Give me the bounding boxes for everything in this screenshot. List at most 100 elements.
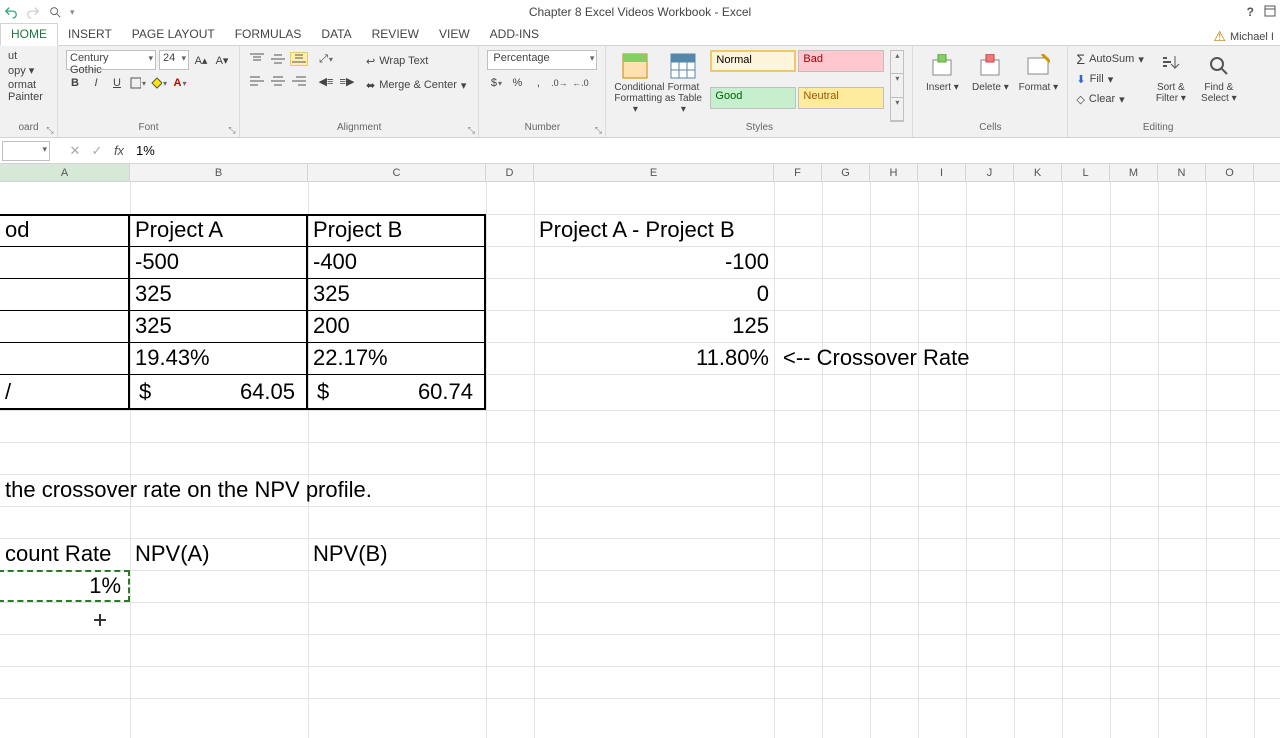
name-box[interactable] <box>2 141 50 161</box>
fx-icon[interactable]: fx <box>108 143 130 158</box>
col-O[interactable]: O <box>1206 164 1254 181</box>
col-K[interactable]: K <box>1014 164 1062 181</box>
col-D[interactable]: D <box>486 164 534 181</box>
cell[interactable]: <-- Crossover Rate <box>778 342 1078 374</box>
sort-filter-button[interactable]: Sort & Filter ▾ <box>1150 50 1192 122</box>
style-good[interactable]: Good <box>710 87 796 109</box>
insert-cells-button[interactable]: Insert ▾ <box>921 50 963 122</box>
tab-insert[interactable]: INSERT <box>58 24 122 45</box>
col-E[interactable]: E <box>534 164 774 181</box>
col-G[interactable]: G <box>822 164 870 181</box>
col-M[interactable]: M <box>1110 164 1158 181</box>
format-cells-button[interactable]: Format ▾ <box>1017 50 1059 122</box>
cell[interactable]: -400 <box>308 246 486 278</box>
cell[interactable]: the crossover rate on the NPV profile. <box>0 474 600 506</box>
cell[interactable]: 11.80% <box>534 342 774 374</box>
tab-addins[interactable]: ADD-INS <box>480 24 549 45</box>
increase-indent-icon[interactable]: ≡▶ <box>338 72 356 90</box>
enter-icon[interactable]: ✓ <box>86 143 108 159</box>
tab-review[interactable]: REVIEW <box>362 24 429 45</box>
decrease-decimal-icon[interactable]: ←.0 <box>571 74 589 92</box>
find-select-button[interactable]: Find & Select ▾ <box>1198 50 1240 122</box>
col-L[interactable]: L <box>1062 164 1110 181</box>
cell[interactable]: / <box>0 374 130 410</box>
cell[interactable]: -500 <box>130 246 308 278</box>
font-name-select[interactable]: Century Gothic <box>66 50 156 70</box>
increase-decimal-icon[interactable]: .0→ <box>550 74 568 92</box>
fill-color-button[interactable] <box>150 74 168 92</box>
cell[interactable]: od <box>0 214 130 246</box>
tab-data[interactable]: DATA <box>311 24 361 45</box>
cell[interactable]: Project B <box>308 214 486 246</box>
format-painter-button[interactable]: ormat Painter <box>8 79 49 103</box>
wrap-text-button[interactable]: ↩Wrap Text <box>362 50 470 72</box>
font-color-button[interactable]: A <box>171 74 189 92</box>
align-right-icon[interactable] <box>290 74 308 88</box>
preview-icon[interactable] <box>48 5 62 19</box>
spreadsheet-grid[interactable]: od Project A Project B -500 -400 325 325… <box>0 182 1280 738</box>
cancel-icon[interactable]: ✕ <box>64 143 86 159</box>
italic-button[interactable]: I <box>87 74 105 92</box>
cell[interactable]: 325 <box>308 278 486 310</box>
qat-more-icon[interactable]: ▾ <box>70 7 75 18</box>
style-gallery-scroll[interactable]: ▴▾▾ <box>890 50 904 122</box>
col-N[interactable]: N <box>1158 164 1206 181</box>
align-left-icon[interactable] <box>248 74 266 88</box>
cell[interactable]: 200 <box>308 310 486 342</box>
formula-input[interactable]: 1% <box>130 143 1280 158</box>
alignment-launcher-icon[interactable]: ⤡ <box>466 125 476 135</box>
accounting-format-icon[interactable]: $ <box>487 74 505 92</box>
undo-icon[interactable] <box>4 5 18 19</box>
align-bottom-icon[interactable] <box>290 52 308 66</box>
cell[interactable]: -100 <box>534 246 774 278</box>
percent-format-icon[interactable]: % <box>508 74 526 92</box>
cell[interactable]: Project A <box>130 214 308 246</box>
tab-view[interactable]: VIEW <box>429 24 480 45</box>
orientation-icon[interactable]: ⤢ <box>317 50 335 68</box>
bold-button[interactable]: B <box>66 74 84 92</box>
format-as-table-button[interactable]: Format as Table ▾ <box>662 50 704 122</box>
tab-home[interactable]: HOME <box>0 23 58 46</box>
cell[interactable]: count Rate <box>0 538 130 570</box>
increase-font-icon[interactable]: A▴ <box>192 51 210 69</box>
style-normal[interactable]: Normal <box>710 50 796 72</box>
ribbon-options-icon[interactable] <box>1264 5 1276 20</box>
decrease-indent-icon[interactable]: ◀≡ <box>317 72 335 90</box>
number-launcher-icon[interactable]: ⤡ <box>593 125 603 135</box>
col-H[interactable]: H <box>870 164 918 181</box>
cell[interactable]: 0 <box>534 278 774 310</box>
col-B[interactable]: B <box>130 164 308 181</box>
font-size-select[interactable]: 24 <box>159 50 189 70</box>
col-J[interactable]: J <box>966 164 1014 181</box>
col-I[interactable]: I <box>918 164 966 181</box>
redo-icon[interactable] <box>26 5 40 19</box>
cell[interactable]: Project A - Project B <box>534 214 834 246</box>
cell[interactable]: NPV(A) <box>130 538 308 570</box>
autosum-button[interactable]: ΣAutoSum ▾ <box>1076 50 1143 68</box>
underline-button[interactable]: U <box>108 74 126 92</box>
comma-format-icon[interactable]: , <box>529 74 547 92</box>
copy-button[interactable]: opy ▾ <box>8 64 49 77</box>
cell[interactable]: 325 <box>130 278 308 310</box>
clear-button[interactable]: ◇Clear ▾ <box>1076 90 1143 108</box>
cell[interactable]: 125 <box>534 310 774 342</box>
conditional-formatting-button[interactable]: Conditional Formatting ▾ <box>614 50 656 122</box>
align-center-icon[interactable] <box>269 74 287 88</box>
delete-cells-button[interactable]: Delete ▾ <box>969 50 1011 122</box>
cell[interactable]: 64.05 <box>130 374 300 410</box>
col-F[interactable]: F <box>774 164 822 181</box>
align-middle-icon[interactable] <box>269 52 287 66</box>
fill-button[interactable]: ⬇Fill ▾ <box>1076 70 1143 88</box>
cell[interactable]: 22.17% <box>308 342 486 374</box>
col-C[interactable]: C <box>308 164 486 181</box>
style-bad[interactable]: Bad <box>798 50 884 72</box>
cell[interactable]: 19.43% <box>130 342 308 374</box>
cell[interactable]: 60.74 <box>308 374 478 410</box>
decrease-font-icon[interactable]: A▾ <box>213 51 231 69</box>
align-top-icon[interactable] <box>248 52 266 66</box>
cut-button[interactable]: ut <box>8 50 49 62</box>
clipboard-launcher-icon[interactable]: ⤡ <box>45 125 55 135</box>
number-format-select[interactable]: Percentage <box>487 50 597 70</box>
font-launcher-icon[interactable]: ⤡ <box>227 125 237 135</box>
help-icon[interactable]: ? <box>1247 5 1254 19</box>
